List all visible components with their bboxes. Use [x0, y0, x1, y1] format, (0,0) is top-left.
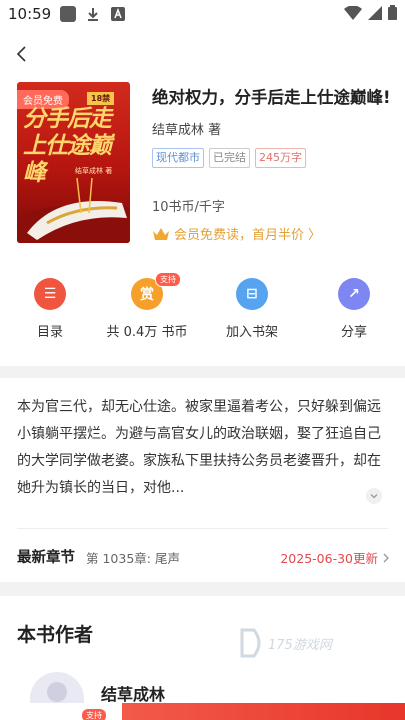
bottom-left-area[interactable]: 支持 — [0, 703, 122, 720]
share-icon: ↗ — [338, 278, 370, 310]
share-label: 分享 — [340, 325, 367, 340]
battery-icon — [388, 5, 397, 20]
reward-button[interactable]: 赏 支持 共 0.4万 书币 — [97, 272, 197, 346]
book-header-section: 会员免费 18禁 分手后走上仕途巅峰 结草成林 著 绝对权力，分手后走上仕途巅峰… — [0, 30, 405, 366]
watermark-logo: 175游戏网 — [238, 628, 358, 662]
status-time: 10:59 — [8, 5, 52, 23]
read-now-button[interactable] — [122, 703, 405, 720]
share-button[interactable]: ↗ 分享 — [304, 276, 404, 346]
tag-genre[interactable]: 现代都市 — [152, 148, 204, 168]
catalog-icon: ☰ — [34, 278, 66, 310]
watermark-icon — [240, 628, 261, 658]
status-bar: 10:59 — [0, 0, 405, 30]
notification-icon — [60, 6, 76, 22]
book-tags: 现代都市 已完结 245万字 — [152, 148, 306, 168]
cover-tag: 18禁 — [87, 92, 115, 105]
vip-offer-link[interactable]: 会员免费读，首月半价 〉 — [152, 224, 321, 243]
author-section: 本书作者 175游戏网 结草成林 — [0, 596, 405, 720]
app-a-icon — [111, 7, 125, 21]
action-row: ☰ 目录 赏 支持 共 0.4万 书币 ⊟ 加入书架 ↗ 分享 — [0, 272, 405, 356]
update-date: 2025-06-30更新 — [280, 551, 378, 566]
bottom-support-pill: 支持 — [82, 709, 106, 720]
crown-icon — [153, 227, 169, 240]
author-name[interactable]: 结草成林 — [101, 681, 165, 705]
catalog-button[interactable]: ☰ 目录 — [0, 276, 100, 346]
book-author[interactable]: 结草成林 著 — [152, 119, 221, 138]
add-to-shelf-button[interactable]: ⊟ 加入书架 — [202, 276, 302, 346]
book-cover[interactable]: 会员免费 18禁 分手后走上仕途巅峰 结草成林 著 — [17, 82, 130, 243]
wifi-icon — [344, 5, 362, 20]
latest-chapter-label: 最新章节 — [17, 550, 75, 566]
chevron-right-icon: 〉 — [308, 228, 322, 243]
tag-status: 已完结 — [209, 148, 250, 168]
book-price: 10书币/千字 — [152, 200, 225, 215]
chevron-right-icon — [383, 553, 389, 562]
latest-chapter-title[interactable]: 第 1035章: 尾声 — [86, 548, 180, 567]
back-arrow-icon[interactable] — [10, 42, 34, 66]
cover-author: 结草成林 著 — [75, 167, 113, 175]
download-icon — [88, 8, 98, 21]
cover-train-illustration — [17, 178, 130, 243]
bottom-action-bar: 支持 — [0, 703, 405, 720]
book-title: 绝对权力，分手后走上仕途巅峰! — [152, 88, 391, 107]
author-section-title: 本书作者 — [17, 624, 94, 646]
signal-icon — [368, 5, 382, 20]
latest-update-link[interactable]: 2025-06-30更新 — [280, 548, 391, 567]
vip-offer-text: 会员免费读，首月半价 — [174, 228, 305, 243]
catalog-label: 目录 — [36, 325, 63, 340]
book-description[interactable]: 本为官三代，却无心仕途。被家里逼着考公，只好躲到偏远小镇躺平摆烂。为避与高官女儿… — [17, 394, 385, 502]
expand-chevron-icon[interactable] — [366, 488, 382, 504]
support-badge: 支持 — [155, 272, 181, 287]
add-to-shelf-label: 加入书架 — [225, 325, 278, 340]
description-card: 本为官三代，却无心仕途。被家里逼着考公，只好躲到偏远小镇躺平摆烂。为避与高官女儿… — [0, 378, 405, 582]
reward-label: 共 0.4万 书币 — [106, 325, 188, 340]
divider — [17, 528, 388, 529]
bookshelf-icon: ⊟ — [236, 278, 268, 310]
tag-word-count: 245万字 — [255, 148, 306, 168]
